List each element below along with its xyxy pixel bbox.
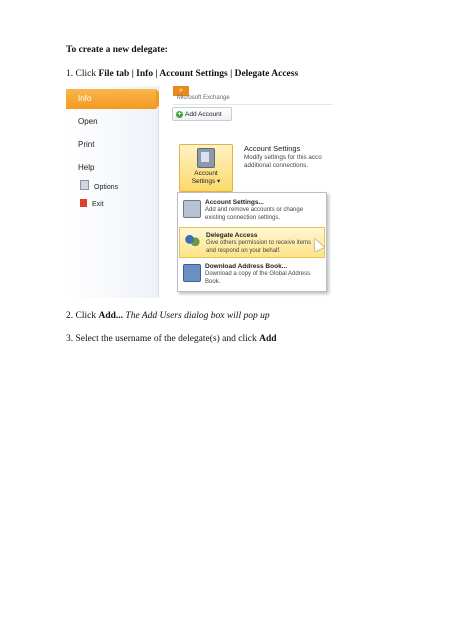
menu-item-desc: Add and remove accounts or change existi… [205,207,304,221]
delegate-users-icon [184,233,200,249]
step-1-prefix: 1. Click [66,69,99,79]
exit-icon [80,199,87,207]
menu-item-title: Account Settings... [205,199,264,206]
sidebar-item-exit-label: Exit [92,201,104,208]
address-book-icon [183,264,201,282]
exchange-header: » Microsoft Exchange [173,86,333,105]
step-2-note: The Add Users dialog box will pop up [123,311,270,321]
sidebar-item-print[interactable]: Print [66,135,158,155]
step-3-text: 3. Select the username of the delegate(s… [66,334,260,344]
chevron-down-icon: ▾ [215,178,221,185]
options-icon [80,180,89,190]
sidebar-item-info[interactable]: Info [66,89,164,109]
info-pane: » Microsoft Exchange + Add Account Accoun… [159,86,333,298]
account-settings-button[interactable]: Account Settings ▾ [179,144,233,192]
account-settings-menu: Account Settings... Add and remove accou… [177,192,327,292]
sidebar-item-exit[interactable]: Exit [66,195,158,215]
account-settings-desc: Modify settings for this acco additional… [244,154,322,169]
sidebar-item-options-label: Options [94,184,119,191]
step-3-add: Add [259,334,277,344]
add-account-label: Add Account [185,111,222,118]
menu-item-desc: Download a copy of the Global Address Bo… [205,271,311,285]
sidebar-item-open[interactable]: Open [66,112,158,132]
account-settings-icon [183,200,201,218]
add-account-button[interactable]: + Add Account [172,107,232,121]
menu-item-title: Delegate Access [206,232,258,239]
step-2-add: Add... [98,311,124,321]
menu-item-account-settings[interactable]: Account Settings... Add and remove accou… [179,195,325,226]
file-sidebar: Info Open Print Help Options Exit [66,86,164,298]
plus-icon: + [176,111,183,118]
menu-item-desc: Give others permission to receive items … [206,240,312,254]
account-settings-title: Account Settings [244,144,301,153]
step-2-prefix: 2. Click [66,311,99,321]
account-settings-button-line2: Settings ▾ [191,178,221,185]
menu-item-delegate-access[interactable]: Delegate Access Give others permission t… [179,227,325,258]
exchange-label: Microsoft Exchange [177,95,230,101]
instruction-heading: To create a new delegate: [66,45,168,55]
sidebar-item-help[interactable]: Help [66,158,158,178]
step-1-path: File tab | Info | Account Settings | Del… [98,69,299,79]
embedded-screenshot: Info Open Print Help Options Exit » Micr… [66,86,333,298]
account-settings-button-line1: Account [194,170,218,177]
menu-item-download-address-book[interactable]: Download Address Book... Download a copy… [179,259,325,290]
menu-item-title: Download Address Book... [205,263,288,270]
step-2: 2. Click Add... The Add Users dialog box… [66,310,270,322]
account-settings-icon [197,148,215,168]
step-3: 3. Select the username of the delegate(s… [66,333,277,345]
step-1: 1. Click File tab | Info | Account Setti… [66,68,298,80]
